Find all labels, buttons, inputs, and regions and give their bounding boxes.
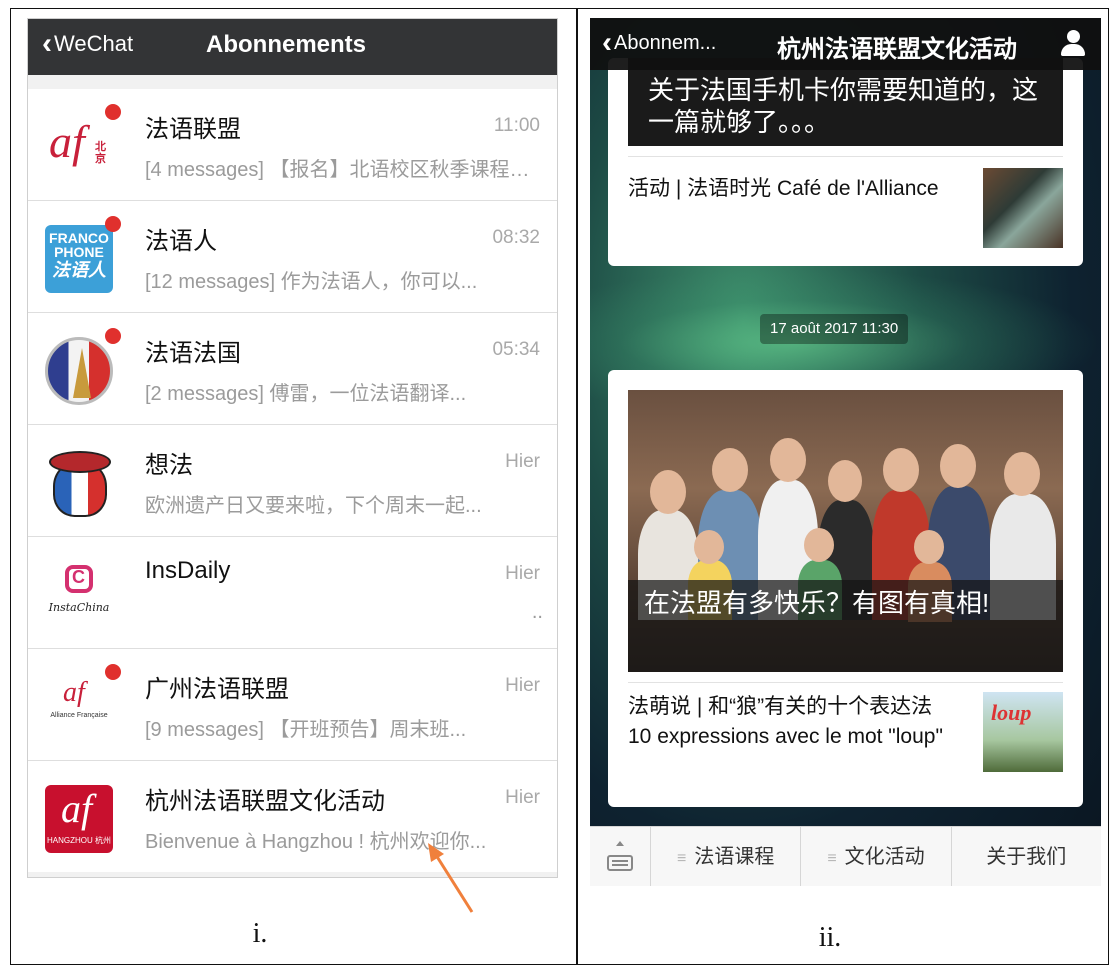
chat-row-guangzhou[interactable]: af Alliance Française 广州法语联盟 Hier [9 mes… xyxy=(28,649,557,761)
avatar-logo-text: FRANCO PHONE xyxy=(49,230,109,260)
avatar: FRANCO PHONE 法语人 xyxy=(45,225,113,293)
group-photo: 在法盟有多快乐？有图有真相! xyxy=(628,390,1063,672)
chat-preview: [2 messages] 傅雷，一位法语翻译... xyxy=(145,383,467,405)
chat-name: 法语法国 xyxy=(145,340,241,367)
chat-name: 广州法语联盟 xyxy=(145,676,289,703)
avatar-logo-text: af xyxy=(63,677,85,708)
chat-row-falianmeng[interactable]: af 北京 法语联盟 11:00 [4 messages] 【报名】北语校区秋季… xyxy=(28,89,557,201)
instagram-icon xyxy=(65,565,93,593)
chat-row-xiangfa[interactable]: 想法 Hier 欧洲遗产日又要来啦，下个周末一起... xyxy=(28,425,557,537)
chat-preview: Bienvenue à Hangzhou ! 杭州欢迎你... xyxy=(145,831,487,853)
chat-name: 法语人 xyxy=(145,228,217,255)
back-label: Abonnem... xyxy=(614,31,717,54)
chat-preview: [4 messages] 【报名】北语校区秋季课程开始报名 xyxy=(145,159,543,181)
hamburger-icon: ≡ xyxy=(827,850,837,867)
back-button[interactable]: ‹ Abonnem... xyxy=(602,26,717,59)
menu-item-label: 文化活动 xyxy=(844,846,925,868)
avatar-sub: Alliance Française xyxy=(50,712,108,719)
chat-time: 08:32 xyxy=(492,227,540,248)
chat-time: Hier xyxy=(505,787,540,808)
avatar-logo-text: af xyxy=(49,116,85,167)
chat-preview: [9 messages] 【开班预告】周末班... xyxy=(145,719,467,741)
chat-preview: 欧洲遗产日又要来啦，下个周末一起... xyxy=(145,495,482,517)
avatar-sub: 法语人 xyxy=(52,260,106,280)
chat-time: Hier xyxy=(505,451,540,472)
back-label: WeChat xyxy=(54,31,134,56)
article-thumbnail xyxy=(983,168,1063,248)
menu-item-about[interactable]: 关于我们 xyxy=(952,827,1101,886)
article-item-title: 法萌说 | 和“狼”有关的十个表达法 10 expressions avec l… xyxy=(628,695,943,748)
photo-caption: 在法盟有多快乐？有图有真相! xyxy=(644,588,990,618)
chat-time: 05:34 xyxy=(492,339,540,360)
article-card[interactable]: 在法盟有多快乐？有图有真相! 法萌说 | 和“狼”有关的十个表达法 10 exp… xyxy=(608,370,1083,807)
chat-name: 法语联盟 xyxy=(145,116,241,143)
caption-panel-ii: ii. xyxy=(818,922,842,953)
avatar: InstaChina xyxy=(45,561,113,629)
unread-dot-icon xyxy=(105,216,121,232)
chat-time: Hier xyxy=(505,675,540,696)
user-icon[interactable] xyxy=(1059,28,1087,58)
chevron-up-icon xyxy=(616,841,624,846)
avatar-logo-text: af xyxy=(61,786,93,831)
menu-item-events[interactable]: ≡ 文化活动 xyxy=(801,827,952,886)
caption-panel-i: i. xyxy=(252,918,268,949)
page-title: Abonnements xyxy=(206,31,367,58)
chat-name: InsDaily xyxy=(145,557,231,584)
menu-item-label: 关于我们 xyxy=(986,846,1067,868)
nav-bar: ‹ WeChat Abonnements xyxy=(28,19,557,75)
eiffel-flag-avatar-icon xyxy=(45,337,113,405)
unread-dot-icon xyxy=(105,664,121,680)
chat-preview: [12 messages] 作为法语人，你可以... xyxy=(145,271,478,293)
keyboard-toggle-button[interactable] xyxy=(590,827,651,886)
avatar: af HANGZHOU 杭州 xyxy=(45,785,113,853)
account-menu-bar: ≡ 法语课程 ≡ 文化活动 关于我们 xyxy=(590,826,1101,886)
chevron-left-icon: ‹ xyxy=(42,27,52,60)
official-account-chat-screen: ‹ Abonnem... 杭州法语联盟文化活动 关于法国手机卡你需要知道的，这一… xyxy=(590,18,1101,886)
article-card[interactable]: 关于法国手机卡你需要知道的，这一篇就够了。。。 活动 | 法语时光 Café d… xyxy=(608,58,1083,266)
unread-dot-icon xyxy=(105,328,121,344)
chat-time: 11:00 xyxy=(493,115,540,136)
chat-name: 想法 xyxy=(145,452,193,479)
page-title: 杭州法语联盟文化活动 xyxy=(777,36,1017,63)
keyboard-icon xyxy=(607,855,633,871)
chat-row-fayufaguo[interactable]: 法语法国 05:34 [2 messages] 傅雷，一位法语翻译... xyxy=(28,313,557,425)
article-thumbnail: loup xyxy=(983,692,1063,772)
article-cover-title: 关于法国手机卡你需要知道的，这一篇就够了。。。 xyxy=(648,75,1039,137)
chat-row-insdaily[interactable]: InstaChina InsDaily Hier .. xyxy=(28,537,557,649)
article-item-title: 活动 | 法语时光 Café de l'Alliance xyxy=(628,177,939,200)
thumbnail-text: loup xyxy=(991,700,1032,725)
unread-dot-icon xyxy=(105,104,121,120)
chevron-left-icon: ‹ xyxy=(602,26,612,59)
avatar: af Alliance Française xyxy=(45,673,113,741)
beret-face-avatar-icon xyxy=(45,449,113,517)
menu-item-label: 法语课程 xyxy=(694,846,775,868)
avatar-sub: HANGZHOU 杭州 xyxy=(47,836,111,845)
avatar-sub: InstaChina xyxy=(48,601,110,614)
wechat-subscriptions-screen: ‹ WeChat Abonnements af 北京 法语联盟 11:00 [4… xyxy=(27,18,558,878)
chat-preview: .. xyxy=(531,601,543,623)
chat-time: Hier xyxy=(505,563,540,584)
chat-row-fayuren[interactable]: FRANCO PHONE 法语人 法语人 08:32 [12 messages]… xyxy=(28,201,557,313)
back-button[interactable]: ‹ WeChat xyxy=(42,27,134,60)
message-timestamp: 17 août 2017 11:30 xyxy=(760,314,909,344)
chat-row-hangzhou[interactable]: af HANGZHOU 杭州 杭州法语联盟文化活动 Hier Bienvenue… xyxy=(28,761,557,872)
nav-bar: ‹ Abonnem... 杭州法语联盟文化活动 xyxy=(590,18,1101,70)
avatar: af 北京 xyxy=(45,113,113,181)
avatar-city: 北京 xyxy=(95,141,106,165)
chat-name: 杭州法语联盟文化活动 xyxy=(145,788,385,815)
hamburger-icon: ≡ xyxy=(676,850,687,867)
subscription-list: af 北京 法语联盟 11:00 [4 messages] 【报名】北语校区秋季… xyxy=(28,89,557,872)
menu-item-courses[interactable]: ≡ 法语课程 xyxy=(651,827,802,886)
